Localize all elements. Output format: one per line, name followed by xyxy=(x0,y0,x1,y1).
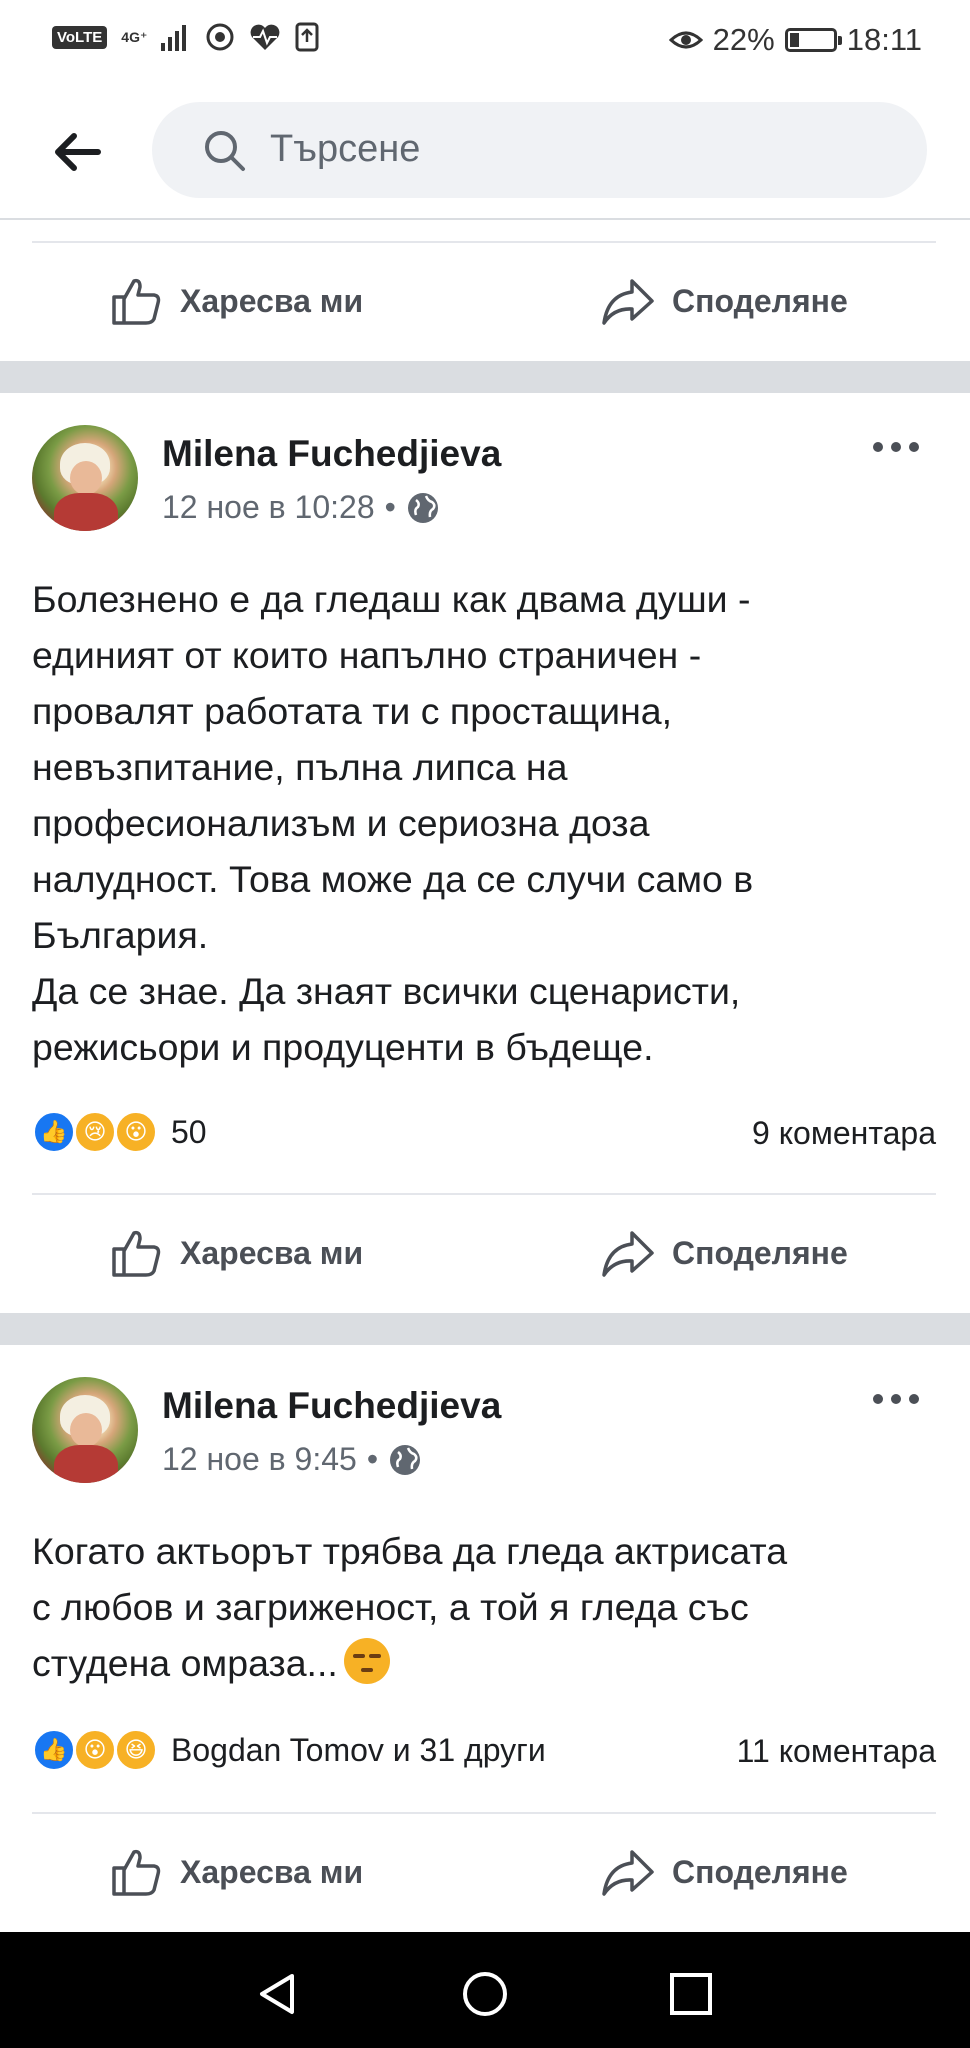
sad-reaction-icon: 😢 xyxy=(73,1110,117,1154)
post-meta: 12 ное в 9:45 • xyxy=(162,1441,422,1478)
haha-reaction-icon: 😆 xyxy=(114,1728,158,1772)
like-label: Харесва ми xyxy=(180,1234,364,1271)
wow-glyph: 😮 xyxy=(83,1737,107,1762)
avatar[interactable] xyxy=(32,1377,138,1483)
post: Milena Fuchedjieva 12 ное в 10:28 • Боле… xyxy=(0,393,970,1313)
upload-icon xyxy=(295,22,319,52)
share-label: Споделяне xyxy=(672,282,848,319)
share-icon xyxy=(602,1231,654,1277)
thumbs-up-icon xyxy=(112,1849,161,1896)
nav-back-icon[interactable] xyxy=(254,1970,302,2018)
wow-glyph: 😮 xyxy=(124,1119,148,1144)
share-button[interactable]: Споделяне xyxy=(600,1844,848,1900)
post-author[interactable]: Milena Fuchedjieva xyxy=(162,433,501,475)
like-reaction-icon: 👍 xyxy=(32,1110,76,1154)
post-text-body: Когато актьорът трябва да гледа актрисат… xyxy=(32,1530,788,1684)
volte-badge: VoLTE xyxy=(52,25,108,49)
nav-home-icon[interactable] xyxy=(461,1970,509,2018)
thumb-glyph: 👍 xyxy=(40,1737,68,1762)
post: Milena Fuchedjieva 12 ное в 9:45 • Когат… xyxy=(0,1345,970,1932)
system-nav-bar xyxy=(0,1932,970,2048)
comments-count[interactable]: 11 коментара xyxy=(737,1733,936,1770)
like-reaction-icon: 👍 xyxy=(32,1728,76,1772)
more-options-icon[interactable] xyxy=(872,1389,920,1409)
reaction-count: 50 xyxy=(171,1113,207,1150)
post-separator xyxy=(0,1313,970,1345)
thumbs-up-icon xyxy=(112,1230,161,1277)
search-icon xyxy=(205,131,245,171)
health-icon xyxy=(250,24,280,50)
status-bar: VoLTE 4G⁺ 22% 18:11 xyxy=(0,0,970,84)
share-label: Споделяне xyxy=(672,1853,848,1890)
search-input[interactable]: Търсене xyxy=(152,102,927,198)
post-separator xyxy=(0,361,970,393)
reactions-summary[interactable]: 👍 😮 😆 Bogdan Tomov и 31 други xyxy=(32,1725,546,1775)
eye-comfort-icon xyxy=(668,31,703,49)
thumbs-up-icon xyxy=(112,278,161,325)
share-button[interactable]: Споделяне xyxy=(600,273,848,329)
post-author[interactable]: Milena Fuchedjieva xyxy=(162,1385,501,1427)
avatar-face xyxy=(70,1413,102,1447)
share-icon xyxy=(602,279,654,325)
status-left: VoLTE 4G⁺ xyxy=(52,22,319,52)
signal-icon xyxy=(161,25,187,51)
back-arrow-icon xyxy=(55,133,101,171)
avatar-clothing xyxy=(54,1445,118,1483)
action-bar: Харесва ми Споделяне xyxy=(32,241,936,361)
more-options-icon[interactable] xyxy=(872,437,920,457)
share-button[interactable]: Споделяне xyxy=(600,1225,848,1281)
globe-icon xyxy=(407,492,438,523)
network-type: 4G⁺ xyxy=(121,28,148,45)
battery-icon xyxy=(784,28,842,52)
thumb-glyph: 👍 xyxy=(40,1119,68,1144)
post-text: Когато актьорът трябва да гледа актрисат… xyxy=(32,1523,942,1691)
post-timestamp[interactable]: 12 ное в 10:28 xyxy=(162,489,375,526)
action-bar: Харесва ми Споделяне xyxy=(32,1193,936,1313)
reactions-summary[interactable]: 👍 😢 😮 50 xyxy=(32,1107,207,1157)
like-button[interactable]: Харесва ми xyxy=(108,1844,363,1900)
wow-reaction-icon: 😮 xyxy=(73,1728,117,1772)
like-label: Харесва ми xyxy=(180,1853,364,1890)
status-right: 22% 18:11 xyxy=(668,22,922,58)
meta-separator: • xyxy=(366,1441,379,1477)
post-timestamp[interactable]: 12 ное в 9:45 xyxy=(162,1441,357,1478)
action-bar: Харесва ми Споделяне xyxy=(32,1812,936,1932)
haha-glyph: 😆 xyxy=(124,1737,148,1762)
wow-reaction-icon: 😮 xyxy=(114,1110,158,1154)
back-button[interactable] xyxy=(48,124,104,180)
like-label: Харесва ми xyxy=(180,282,364,319)
battery-percent: 22% xyxy=(712,22,775,57)
unamused-face-icon xyxy=(343,1638,390,1684)
post-meta: 12 ное в 10:28 • xyxy=(162,489,440,526)
share-label: Споделяне xyxy=(672,1234,848,1271)
reaction-count: Bogdan Tomov и 31 други xyxy=(171,1731,546,1768)
search-placeholder: Търсене xyxy=(270,128,421,170)
avatar[interactable] xyxy=(32,425,138,531)
share-icon xyxy=(602,1850,654,1896)
globe-icon xyxy=(390,1444,421,1475)
post-text: Болезнено е да гледаш как двама души - е… xyxy=(32,578,754,1068)
avatar-clothing xyxy=(54,493,118,531)
sad-glyph: 😢 xyxy=(83,1119,107,1144)
avatar-face xyxy=(70,461,102,495)
comments-count[interactable]: 9 коментара xyxy=(752,1115,936,1152)
like-button[interactable]: Харесва ми xyxy=(108,1225,363,1281)
meta-separator: • xyxy=(384,489,396,525)
like-button[interactable]: Харесва ми xyxy=(108,273,363,329)
browser-icon xyxy=(206,23,234,51)
nav-recents-icon[interactable] xyxy=(667,1970,715,2018)
search-header: Търсене xyxy=(0,84,970,220)
clock: 18:11 xyxy=(846,22,922,57)
